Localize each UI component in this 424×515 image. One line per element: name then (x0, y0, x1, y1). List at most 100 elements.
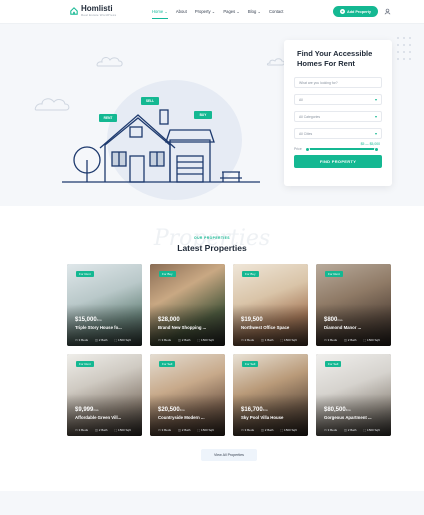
property-meta: ▭ 3 Beds ◫ 2 Bath ⬚ 1500 Sqft (241, 428, 297, 432)
area-icon: ⬚ 1500 Sqft (280, 428, 297, 432)
property-card[interactable]: For Buy $28,000 Brand New Shopping ... ▭… (150, 264, 225, 346)
bed-icon: ▭ 3 Beds (241, 428, 255, 432)
property-meta: ▭ 2 Beds ◫ 1 Bath ⬚ 1500 Sqft (241, 338, 297, 342)
property-price: $20,500/mo (158, 407, 185, 413)
cloud-icon (96, 57, 123, 67)
bed-icon: ▭ 3 Beds (324, 338, 338, 342)
site-header: Homlisti Real Estate WordPress Home ⌄ Ab… (0, 0, 424, 24)
property-name[interactable]: Brand New Shopping ... (158, 325, 206, 330)
property-badge: For Sell (159, 361, 176, 367)
area-icon: ⬚ 1500 Sqft (197, 428, 214, 432)
nav-about[interactable]: About (176, 9, 187, 19)
property-price: $15,000/mo (75, 317, 102, 323)
rent-tag: RENT (99, 114, 117, 122)
main-nav: Home ⌄ About Property ⌄ Pages ⌄ Blog ⌄ C… (152, 9, 283, 19)
add-property-button[interactable]: + Add Property (333, 6, 378, 17)
plus-icon: + (339, 9, 345, 14)
price-slider[interactable]: Price $5 — $5,000 (294, 142, 382, 154)
property-badge: For Sell (325, 361, 342, 367)
nav-contact[interactable]: Contact (269, 9, 283, 19)
property-card[interactable]: For Sell $16,700/mo Sky Pool Villa House… (233, 354, 308, 436)
property-badge: For Rent (76, 361, 94, 367)
nav-blog[interactable]: Blog ⌄ (248, 9, 261, 19)
area-icon: ⬚ 1500 Sqft (114, 338, 131, 342)
brand-tagline: Real Estate WordPress (81, 13, 117, 17)
property-card[interactable]: For Rent $800/mo Diamond Manor ... ▭ 3 B… (316, 264, 391, 346)
property-price: $9,999/mo (75, 407, 99, 413)
property-meta: ▭ 3 Beds ◫ 2 Bath ⬚ 1500 Sqft (158, 338, 214, 342)
property-card[interactable]: For Sell $20,500/mo Countryside Modern .… (150, 354, 225, 436)
chevron-down-icon: ▾ (374, 114, 377, 119)
bath-icon: ◫ 2 Bath (344, 338, 357, 342)
property-meta: ▭ 3 Beds ◫ 2 Bath ⬚ 1500 Sqft (75, 428, 131, 432)
property-name[interactable]: Gorgeous Apartment ... (324, 415, 372, 420)
property-card[interactable]: For Sell $80,500/mo Gorgeous Apartment .… (316, 354, 391, 436)
property-name[interactable]: Countryside Modern ... (158, 415, 205, 420)
property-name[interactable]: Affordable Green Vill... (75, 415, 121, 420)
price-track (306, 148, 378, 150)
add-property-label: Add Property (346, 9, 372, 14)
property-name[interactable]: Diamond Manor ... (324, 325, 361, 330)
price-min-handle[interactable] (305, 146, 310, 152)
property-badge: For Sell (242, 361, 259, 367)
nav-home[interactable]: Home ⌄ (152, 9, 168, 19)
area-icon: ⬚ 1500 Sqft (197, 338, 214, 342)
nav-pages[interactable]: Pages ⌄ (223, 9, 240, 19)
bath-icon: ◫ 1 Bath (261, 338, 274, 342)
bed-icon: ▭ 2 Beds (241, 338, 255, 342)
property-name[interactable]: Sky Pool Villa House (241, 415, 283, 420)
search-title: Find Your Accessible Homes For Rent (297, 49, 373, 68)
property-meta: ▭ 3 Beds ◫ 2 Bath ⬚ 1500 Sqft (324, 428, 380, 432)
section-title: Latest Properties (177, 243, 247, 253)
logo[interactable]: Homlisti Real Estate WordPress (70, 5, 116, 17)
section-eyebrow: OUR PROPERTIES (194, 236, 230, 240)
cloud-icon (266, 58, 285, 66)
user-icon[interactable] (384, 8, 391, 15)
bath-icon: ◫ 2 Bath (178, 338, 191, 342)
price-range-value: $5 — $5,000 (360, 142, 380, 146)
bed-icon: ▭ 3 Beds (158, 338, 172, 342)
property-meta: ▭ 3 Beds ◫ 2 Bath ⬚ 1500 Sqft (75, 338, 131, 342)
sell-tag: SELL (141, 97, 159, 105)
bath-icon: ◫ 2 Bath (95, 428, 108, 432)
property-name[interactable]: Northwest Office Space (241, 325, 289, 330)
property-price: $80,500/mo (324, 407, 351, 413)
bath-icon: ◫ 2 Bath (178, 428, 191, 432)
area-icon: ⬚ 1500 Sqft (363, 428, 380, 432)
view-all-button[interactable]: View All Properties (201, 449, 257, 461)
area-icon: ⬚ 1500 Sqft (280, 338, 297, 342)
property-price: $16,700/mo (241, 407, 268, 413)
property-card[interactable]: For Buy $19,500 Northwest Office Space ▭… (233, 264, 308, 346)
property-badge: For Rent (76, 271, 94, 277)
property-name[interactable]: Triple Story House fo... (75, 325, 122, 330)
price-label: Price (294, 147, 302, 151)
bed-icon: ▭ 3 Beds (158, 428, 172, 432)
property-badge: For Rent (325, 271, 343, 277)
find-property-button[interactable]: FIND PROPERTY (294, 155, 382, 168)
property-price: $28,000 (158, 317, 180, 323)
bath-icon: ◫ 2 Bath (261, 428, 274, 432)
property-badge: For Buy (242, 271, 259, 277)
bath-icon: ◫ 2 Bath (95, 338, 108, 342)
city-select[interactable]: All Cities ▾ (294, 128, 382, 139)
buy-tag: BUY (194, 111, 212, 119)
nav-property[interactable]: Property ⌄ (195, 9, 216, 19)
area-icon: ⬚ 1500 Sqft (363, 338, 380, 342)
house-illustration (62, 109, 260, 183)
property-card[interactable]: For Rent $15,000/mo Triple Story House f… (67, 264, 142, 346)
bed-icon: ▭ 3 Beds (75, 428, 89, 432)
property-badge: For Buy (159, 271, 176, 277)
bed-icon: ▭ 3 Beds (75, 338, 89, 342)
property-price: $19,500 (241, 317, 263, 323)
keyword-input[interactable]: What are you looking for? (294, 77, 382, 88)
category-select[interactable]: All Categories ▾ (294, 111, 382, 122)
house-logo-icon (70, 7, 78, 15)
property-grid: For Rent $15,000/mo Triple Story House f… (67, 264, 391, 436)
brand-name: Homlisti (81, 4, 113, 13)
property-meta: ▭ 3 Beds ◫ 2 Bath ⬚ 1500 Sqft (324, 338, 380, 342)
price-max-handle[interactable] (374, 146, 379, 152)
type-select[interactable]: All ▾ (294, 94, 382, 105)
property-card[interactable]: For Rent $9,999/mo Affordable Green Vill… (67, 354, 142, 436)
area-icon: ⬚ 1500 Sqft (114, 428, 131, 432)
footer-band (0, 491, 424, 515)
